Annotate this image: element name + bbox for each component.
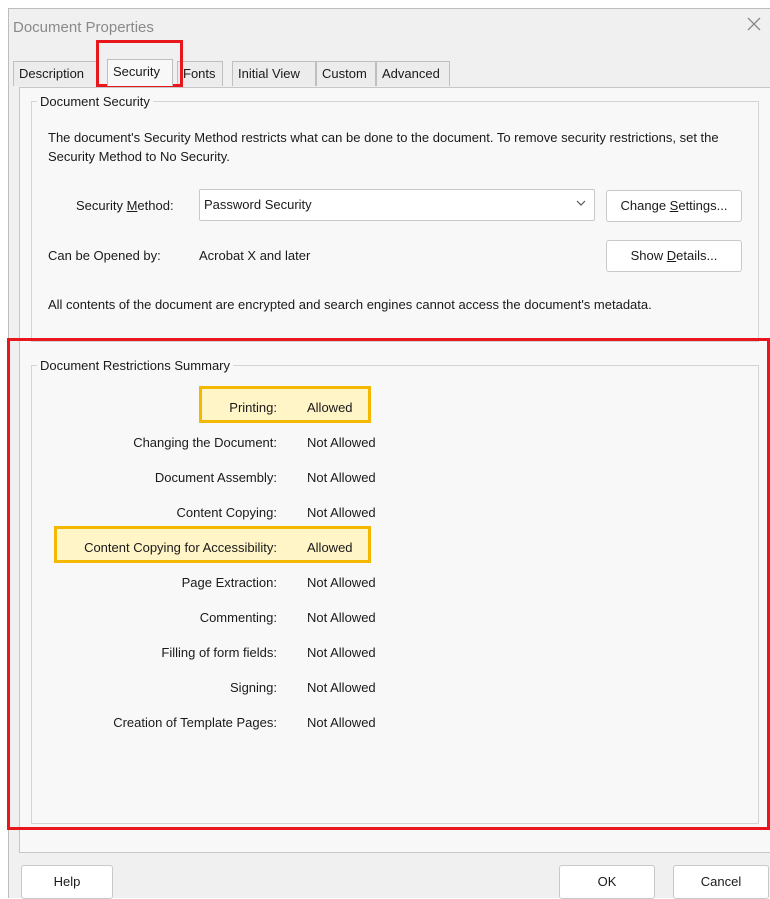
security-method-value: Password Security	[204, 197, 312, 212]
restriction-value-changing: Not Allowed	[307, 435, 376, 450]
restriction-label-accessibility: Content Copying for Accessibility:	[84, 540, 277, 555]
restriction-label-signing: Signing:	[230, 680, 277, 695]
encryption-note: All contents of the document are encrypt…	[48, 297, 652, 312]
ok-button[interactable]: OK	[559, 865, 655, 899]
restriction-label-assembly: Document Assembly:	[154, 470, 277, 485]
restriction-value-assembly: Not Allowed	[307, 470, 376, 485]
restriction-label-page-extraction: Page Extraction:	[181, 575, 277, 590]
document-security-title: Document Security	[40, 94, 150, 109]
security-tab-panel: Document Security The document's Securit…	[19, 87, 770, 853]
tab-description[interactable]: Description	[13, 61, 97, 86]
cancel-button[interactable]: Cancel	[673, 865, 769, 899]
show-details-button[interactable]: Show Details...	[606, 240, 742, 272]
tab-fonts[interactable]: Fonts	[177, 61, 223, 86]
restriction-label-template-pages: Creation of Template Pages:	[113, 715, 277, 730]
restriction-label-commenting: Commenting:	[199, 610, 277, 625]
opened-by-value: Acrobat X and later	[199, 248, 311, 263]
change-settings-button[interactable]: Change Settings...	[606, 190, 742, 222]
restriction-value-signing: Not Allowed	[307, 680, 376, 695]
restriction-label-form-filling: Filling of form fields:	[161, 645, 277, 660]
tab-security[interactable]: Security	[107, 59, 173, 86]
restriction-value-commenting: Not Allowed	[307, 610, 376, 625]
security-intro-text: The document's Security Method restricts…	[48, 130, 719, 164]
title-bar: Document Properties	[9, 9, 770, 45]
restriction-value-printing: Allowed	[307, 400, 353, 415]
restriction-value-page-extraction: Not Allowed	[307, 575, 376, 590]
restriction-label-changing: Changing the Document:	[133, 435, 277, 450]
tab-initial-view[interactable]: Initial View	[232, 61, 316, 86]
restriction-value-form-filling: Not Allowed	[307, 645, 376, 660]
tab-advanced[interactable]: Advanced	[376, 61, 450, 86]
document-properties-dialog: Document Properties Description Fonts In…	[8, 8, 770, 899]
restriction-value-template-pages: Not Allowed	[307, 715, 376, 730]
security-method-label: Security Method:	[76, 198, 174, 213]
chevron-down-icon	[576, 200, 586, 206]
tab-custom[interactable]: Custom	[316, 61, 376, 86]
dialog-title: Document Properties	[13, 19, 154, 36]
restriction-value-accessibility: Allowed	[307, 540, 353, 555]
restrictions-summary-group: Document Restrictions Summary	[31, 358, 759, 824]
security-method-select[interactable]: Password Security	[199, 189, 595, 221]
help-button[interactable]: Help	[21, 865, 113, 899]
close-icon[interactable]	[744, 15, 764, 35]
opened-by-label: Can be Opened by:	[48, 248, 161, 263]
restriction-value-copying: Not Allowed	[307, 505, 376, 520]
restrictions-summary-title: Document Restrictions Summary	[40, 358, 230, 373]
restriction-label-printing: Printing:	[229, 400, 277, 415]
restriction-label-copying: Content Copying:	[176, 505, 277, 520]
